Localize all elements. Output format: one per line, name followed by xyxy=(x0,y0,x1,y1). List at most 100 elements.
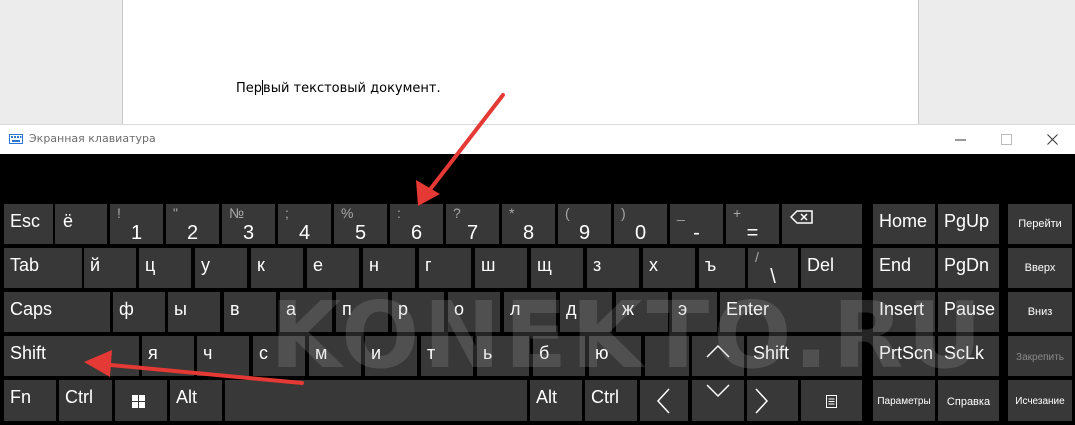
key-2[interactable]: " 2 xyxy=(166,204,219,244)
key-n[interactable]: н xyxy=(363,248,415,288)
key-fade[interactable]: Исчезание xyxy=(1008,380,1072,421)
key-d[interactable]: д xyxy=(560,292,612,332)
key-shift-left[interactable]: Shift xyxy=(4,336,139,376)
key-1[interactable]: ! 1 xyxy=(110,204,163,244)
key-pause[interactable]: Pause xyxy=(938,292,999,332)
key-arrow-up[interactable] xyxy=(692,336,744,376)
key-space[interactable] xyxy=(225,380,527,421)
key-t[interactable]: т xyxy=(421,336,473,376)
key-0[interactable]: ) 0 xyxy=(614,204,667,244)
key-help[interactable]: Справка xyxy=(938,380,999,421)
key-fn[interactable]: Fn xyxy=(4,380,56,421)
key-insert[interactable]: Insert xyxy=(873,292,935,332)
key-minus[interactable]: _ - xyxy=(670,204,723,244)
key-6[interactable]: :6 xyxy=(390,204,443,244)
key-g[interactable]: г xyxy=(419,248,471,288)
title-bar[interactable]: Экранная клавиатура xyxy=(0,124,1075,154)
key-ts[interactable]: ц xyxy=(139,248,191,288)
key-arrow-right[interactable] xyxy=(747,380,798,421)
key-arrow-left[interactable] xyxy=(640,380,688,421)
key-prtscn[interactable]: PrtScn xyxy=(873,336,935,376)
key-enter[interactable]: Enter xyxy=(720,292,862,332)
key-caps[interactable]: Caps xyxy=(4,292,110,332)
key-o[interactable]: о xyxy=(448,292,500,332)
key-hard-sign[interactable]: ъ xyxy=(699,248,745,288)
key-v[interactable]: в xyxy=(224,292,276,332)
key-9[interactable]: (9 xyxy=(558,204,611,244)
key-label: Исчезание xyxy=(1015,396,1065,407)
key-s[interactable]: с xyxy=(253,336,305,376)
document-page[interactable]: Первый текстовый документ. xyxy=(122,0,919,124)
key-equals[interactable]: + = xyxy=(726,204,779,244)
key-shch[interactable]: щ xyxy=(531,248,583,288)
key-5[interactable]: % 5 xyxy=(334,204,387,244)
key-yy[interactable]: ы xyxy=(168,292,220,332)
key-k[interactable]: к xyxy=(251,248,303,288)
key-ee[interactable]: э xyxy=(672,292,717,332)
key-u[interactable]: у xyxy=(195,248,247,288)
key-label: End xyxy=(879,255,912,275)
key-soft-sign[interactable]: ь xyxy=(477,336,529,376)
key-ch[interactable]: ч xyxy=(197,336,249,376)
key-8[interactable]: * 8 xyxy=(502,204,555,244)
key-label: а xyxy=(286,299,297,319)
key-yu[interactable]: ю xyxy=(589,336,641,376)
key-sclk[interactable]: ScLk xyxy=(938,336,999,376)
key-goto[interactable]: Перейти xyxy=(1008,204,1072,244)
key-up-nav[interactable]: Вверх xyxy=(1008,248,1072,288)
key-label: м xyxy=(315,343,328,363)
document-text[interactable]: Первый текстовый документ. xyxy=(236,80,441,96)
key-i[interactable]: и xyxy=(365,336,417,376)
key-z[interactable]: з xyxy=(587,248,639,288)
key-label: ScLk xyxy=(944,343,985,363)
key-end[interactable]: End xyxy=(873,248,935,288)
key-pin[interactable]: Закрепить xyxy=(1008,336,1072,376)
key-period[interactable] xyxy=(645,336,689,376)
key-kh[interactable]: х xyxy=(643,248,695,288)
key-shift-right[interactable]: Shift xyxy=(747,336,862,376)
key-menu[interactable] xyxy=(801,380,862,421)
key-esc[interactable]: Esc xyxy=(4,204,53,244)
key-options[interactable]: Параметры xyxy=(873,380,935,421)
key-alt-right[interactable]: Alt xyxy=(530,380,582,421)
key-y[interactable]: й xyxy=(84,248,136,288)
key-label: 1 xyxy=(130,222,143,244)
key-backslash[interactable]: / \ xyxy=(748,248,798,288)
key-yo[interactable]: ё xyxy=(55,204,107,244)
key-label: 4 xyxy=(298,222,311,244)
key-label: г xyxy=(425,255,432,275)
key-windows[interactable] xyxy=(115,380,167,421)
key-label: Shift xyxy=(10,343,47,363)
key-zh[interactable]: ж xyxy=(616,292,668,332)
key-7[interactable]: ? 7 xyxy=(446,204,499,244)
key-ctrl-right[interactable]: Ctrl xyxy=(585,380,637,421)
key-f[interactable]: ф xyxy=(113,292,165,332)
key-3[interactable]: № 3 xyxy=(222,204,275,244)
key-arrow-down[interactable] xyxy=(692,380,744,421)
key-label: я xyxy=(148,343,158,363)
key-a[interactable]: а xyxy=(280,292,332,332)
key-sh[interactable]: ш xyxy=(475,248,527,288)
key-ya[interactable]: я xyxy=(142,336,194,376)
key-l[interactable]: л xyxy=(504,292,556,332)
key-pgup[interactable]: PgUp xyxy=(938,204,999,244)
key-backspace[interactable] xyxy=(782,204,862,244)
key-r[interactable]: р xyxy=(392,292,444,332)
key-alt-left[interactable]: Alt xyxy=(170,380,222,421)
key-m[interactable]: м xyxy=(309,336,361,376)
key-p[interactable]: п xyxy=(336,292,388,332)
key-e[interactable]: е xyxy=(307,248,359,288)
key-pgdn[interactable]: PgDn xyxy=(938,248,999,288)
key-ctrl-left[interactable]: Ctrl xyxy=(59,380,112,421)
minimize-button[interactable] xyxy=(938,125,984,154)
key-del[interactable]: Del xyxy=(801,248,862,288)
key-home[interactable]: Home xyxy=(873,204,935,244)
key-4[interactable]: ; 4 xyxy=(278,204,331,244)
maximize-button[interactable] xyxy=(984,125,1030,154)
key-b[interactable]: б xyxy=(533,336,585,376)
key-tab[interactable]: Tab xyxy=(4,248,82,288)
key-label: 2 xyxy=(186,222,199,244)
key-shift-label: ! xyxy=(117,205,121,221)
key-down-nav[interactable]: Вниз xyxy=(1008,292,1072,332)
close-button[interactable] xyxy=(1030,125,1075,154)
